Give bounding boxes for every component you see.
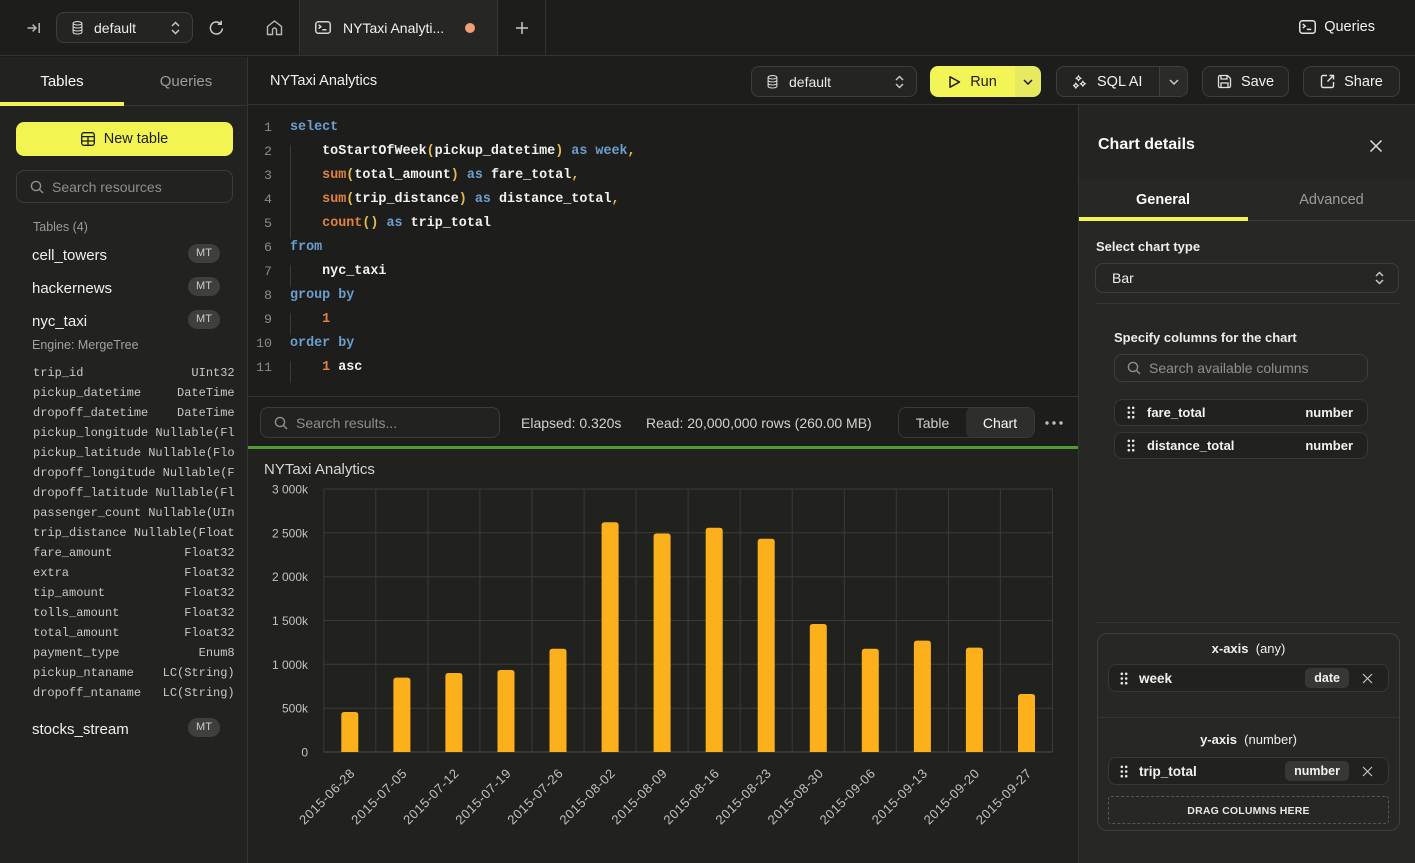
svg-text:NYTaxi Analytics: NYTaxi Analytics bbox=[264, 461, 375, 478]
svg-text:2 000k: 2 000k bbox=[272, 570, 309, 584]
svg-text:0: 0 bbox=[301, 746, 308, 760]
svg-text:2015-09-27: 2015-09-27 bbox=[973, 766, 1035, 828]
svg-text:1 500k: 1 500k bbox=[272, 614, 309, 628]
svg-text:500k: 500k bbox=[282, 702, 309, 716]
svg-text:3 000k: 3 000k bbox=[272, 483, 309, 497]
svg-text:2 500k: 2 500k bbox=[272, 526, 309, 540]
svg-text:1 000k: 1 000k bbox=[272, 658, 309, 672]
